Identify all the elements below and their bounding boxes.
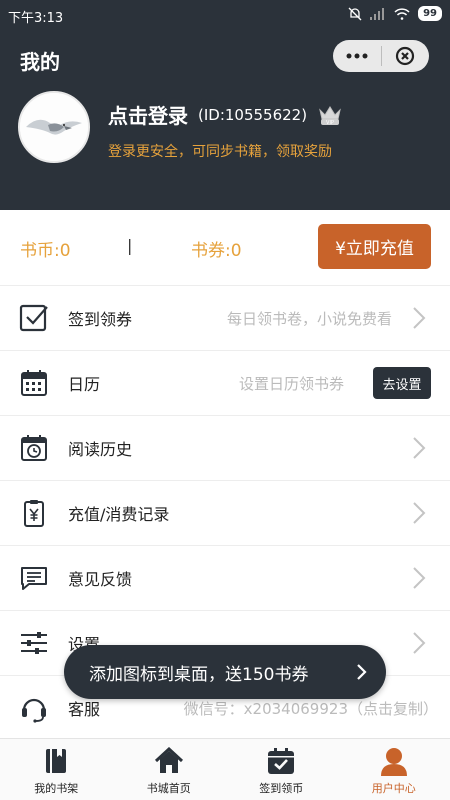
menu-item-feedback[interactable]: 意见反馈 bbox=[0, 545, 450, 610]
vip-crown-icon: VIP bbox=[319, 105, 341, 126]
battery-indicator: 99 bbox=[418, 6, 442, 21]
wifi-icon bbox=[394, 7, 410, 20]
menu-hint: 每日领书卷，小说免费看 bbox=[226, 309, 392, 328]
avatar[interactable] bbox=[18, 91, 90, 163]
close-button[interactable] bbox=[382, 40, 430, 72]
status-time: 下午3:13 bbox=[8, 11, 64, 26]
signal-icon bbox=[370, 7, 385, 20]
tab-checkin-coins[interactable]: 签到领币 bbox=[225, 739, 338, 800]
status-bar: 下午3:13 99 bbox=[0, 0, 450, 30]
calendar-setup-button[interactable]: 去设置 bbox=[373, 367, 431, 399]
calendar-check-icon bbox=[266, 746, 296, 776]
seagull-avatar-image bbox=[20, 93, 88, 161]
page-title: 我的 bbox=[20, 50, 60, 74]
wechat-id-hint[interactable]: 微信号：x2034069923（点击复制） bbox=[184, 698, 438, 719]
coin-balance[interactable]: 书币:0 bbox=[20, 236, 71, 261]
more-button[interactable] bbox=[333, 40, 381, 72]
profile-header: 下午3:13 99 我的 点击登录 (ID:10555622) VIP 登录更安… bbox=[0, 0, 450, 210]
menu-item-recharge-records[interactable]: 充值/消费记录 bbox=[0, 480, 450, 545]
feedback-message-icon bbox=[18, 562, 50, 594]
user-icon bbox=[379, 746, 409, 776]
status-icons: 99 bbox=[348, 6, 442, 21]
toast-text: 添加图标到桌面，送150书券 bbox=[89, 664, 309, 685]
add-to-desktop-toast[interactable]: 添加图标到桌面，送150书券 bbox=[64, 645, 386, 699]
mute-bell-icon bbox=[348, 7, 362, 20]
home-icon bbox=[154, 746, 184, 776]
bookshelf-icon bbox=[41, 746, 71, 776]
chevron-right-icon bbox=[357, 664, 367, 680]
recharge-button[interactable]: ¥立即充值 bbox=[318, 224, 431, 269]
history-calendar-icon bbox=[18, 432, 50, 464]
login-link[interactable]: 点击登录 bbox=[108, 100, 188, 129]
balance-separator: | bbox=[127, 236, 133, 255]
menu-label: 意见反馈 bbox=[68, 570, 133, 589]
more-dots-icon bbox=[346, 53, 368, 59]
menu-label: 客服 bbox=[68, 700, 101, 719]
menu-label: 充值/消费记录 bbox=[68, 505, 170, 524]
miniprogram-capsule bbox=[333, 40, 429, 72]
tab-label: 用户中心 bbox=[371, 782, 416, 795]
user-id: (ID:10555622) bbox=[198, 105, 308, 124]
menu-hint: 设置日历领书券 bbox=[238, 374, 344, 393]
calendar-icon bbox=[18, 367, 50, 399]
menu-item-checkin[interactable]: 签到领券 每日领书卷，小说免费看 bbox=[0, 285, 450, 350]
chevron-right-icon bbox=[413, 437, 426, 459]
menu-label: 阅读历史 bbox=[68, 440, 133, 459]
menu-item-reading-history[interactable]: 阅读历史 bbox=[0, 415, 450, 480]
checkbox-icon bbox=[18, 302, 50, 334]
menu-label: 日历 bbox=[68, 375, 101, 394]
tab-label: 书城首页 bbox=[146, 782, 191, 795]
chevron-right-icon bbox=[413, 632, 426, 654]
sliders-icon bbox=[18, 627, 50, 659]
yuan-clipboard-icon bbox=[18, 497, 50, 529]
tab-bookshelf[interactable]: 我的书架 bbox=[0, 739, 113, 800]
voucher-balance[interactable]: 书券:0 bbox=[191, 236, 242, 261]
tab-label: 我的书架 bbox=[34, 782, 79, 795]
tab-user-center[interactable]: 用户中心 bbox=[338, 739, 450, 800]
login-subtitle: 登录更安全，可同步书籍，领取奖励 bbox=[108, 144, 332, 160]
headset-icon bbox=[18, 692, 50, 724]
menu-label: 签到领券 bbox=[68, 310, 133, 329]
chevron-right-icon bbox=[413, 307, 426, 329]
tab-label: 签到领币 bbox=[259, 782, 304, 795]
login-row[interactable]: 点击登录 (ID:10555622) VIP bbox=[108, 100, 343, 129]
close-circle-icon bbox=[396, 46, 415, 66]
vip-badge-text: VIP bbox=[326, 120, 334, 126]
chevron-right-icon bbox=[413, 567, 426, 589]
bottom-tab-bar: 我的书架 书城首页 签到领币 用户中心 bbox=[0, 738, 450, 800]
chevron-right-icon bbox=[413, 502, 426, 524]
tab-bookstore-home[interactable]: 书城首页 bbox=[113, 739, 226, 800]
menu-item-calendar[interactable]: 日历 设置日历领书券 去设置 bbox=[0, 350, 450, 415]
